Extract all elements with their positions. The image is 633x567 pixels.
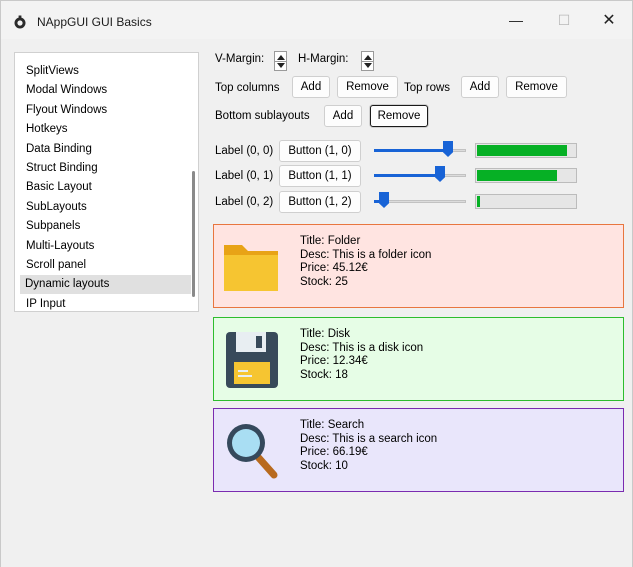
sidebar-item[interactable]: Data Binding [21,140,191,159]
v-margin-label: V-Margin: [215,53,265,65]
card-title: Title: Folder [300,235,361,247]
card-stock: Stock: 25 [300,275,348,288]
product-card-folder: Title: Folder Desc: This is a folder ico… [213,224,624,308]
top-rows-label: Top rows [404,82,451,94]
add-sublayout-button[interactable]: Add [324,105,362,127]
card-price: Price: 45.12€ [300,262,368,275]
sidebar-item[interactable]: Basic Layout [21,178,191,197]
disk-icon [226,332,278,388]
sidebar-list[interactable]: SplitViews Modal Windows Flyout Windows Hot… [14,52,199,312]
card-title: Title: Search [300,419,365,431]
grid-slider-1[interactable] [374,165,466,185]
card-desc: Desc: This is a search icon [300,432,438,445]
search-icon [227,424,278,479]
v-margin-stepper[interactable] [274,51,287,71]
sidebar-item[interactable]: SubLayouts [21,198,191,217]
grid-progress-0 [475,143,577,158]
sidebar-scrollbar[interactable] [192,171,195,297]
chevron-down-icon[interactable] [364,63,372,68]
remove-column-button[interactable]: Remove [337,76,398,98]
app-window: NAppGUI GUI Basics — ☐ ✕ SplitViews Modal… [0,0,633,567]
card-desc: Desc: This is a disk icon [300,341,424,354]
card-stock: Stock: 18 [300,368,348,381]
sidebar-item[interactable]: Modal Windows [21,81,191,100]
grid-slider-0[interactable] [374,140,466,160]
card-price: Price: 12.34€ [300,355,368,368]
grid-progress-2 [475,194,577,209]
bottom-sublayouts-label: Bottom sublayouts [215,110,310,122]
sidebar-item[interactable]: SplitViews [21,62,191,81]
grid-label-0: Label (0, 0) [215,145,274,157]
card-text: Title: Search Desc: This is a search ico… [300,419,437,473]
grid-label-1: Label (0, 1) [215,170,274,182]
h-margin-stepper[interactable] [361,51,374,71]
app-logo-icon [14,15,26,29]
chevron-up-icon[interactable] [364,55,372,60]
grid-slider-2[interactable] [374,191,466,211]
maximize-button[interactable]: ☐ [541,1,587,39]
top-columns-label: Top columns [215,82,280,94]
card-stock: Stock: 10 [300,459,348,472]
grid-button-1[interactable]: Button (1, 1) [279,165,361,187]
grid-progress-1 [475,168,577,183]
grid-button-2[interactable]: Button (1, 2) [279,191,361,213]
title-bar[interactable]: NAppGUI GUI Basics — ☐ ✕ [1,1,632,39]
close-button[interactable]: ✕ [586,1,632,39]
sidebar-item[interactable]: Flyout Windows [21,101,191,120]
card-text: Title: Disk Desc: This is a disk icon Pr… [300,328,423,382]
grid-label-2: Label (0, 2) [215,196,274,208]
card-price: Price: 66.19€ [300,446,368,459]
slider-thumb[interactable] [379,192,389,208]
product-card-search: Title: Search Desc: This is a search ico… [213,408,624,492]
slider-thumb[interactable] [435,166,445,182]
sidebar-item[interactable]: Hotkeys [21,120,191,139]
folder-icon [224,245,278,291]
product-card-disk: Title: Disk Desc: This is a disk icon Pr… [213,317,624,401]
card-desc: Desc: This is a folder icon [300,248,432,261]
client-area: SplitViews Modal Windows Flyout Windows Hot… [1,39,632,567]
add-column-button[interactable]: Add [292,76,330,98]
chevron-up-icon[interactable] [277,55,285,60]
remove-sublayout-button[interactable]: Remove [370,105,428,127]
chevron-down-icon[interactable] [277,63,285,68]
card-title: Title: Disk [300,328,351,340]
grid-button-0[interactable]: Button (1, 0) [279,140,361,162]
sidebar-item[interactable]: Dynamic layouts [20,275,191,295]
slider-thumb[interactable] [443,141,453,157]
sidebar-item[interactable]: Multi-Layouts [21,237,191,256]
sidebar-item[interactable]: IP Input [21,295,191,314]
add-row-button[interactable]: Add [461,76,499,98]
card-text: Title: Folder Desc: This is a folder ico… [300,235,431,289]
sidebar-item[interactable]: Struct Binding [21,159,191,178]
remove-row-button[interactable]: Remove [506,76,567,98]
minimize-button[interactable]: — [493,1,539,39]
h-margin-label: H-Margin: [298,53,349,65]
sidebar-item[interactable]: Scroll panel [21,256,191,275]
sidebar-item[interactable]: Subpanels [21,217,191,236]
window-title: NAppGUI GUI Basics [37,15,152,29]
